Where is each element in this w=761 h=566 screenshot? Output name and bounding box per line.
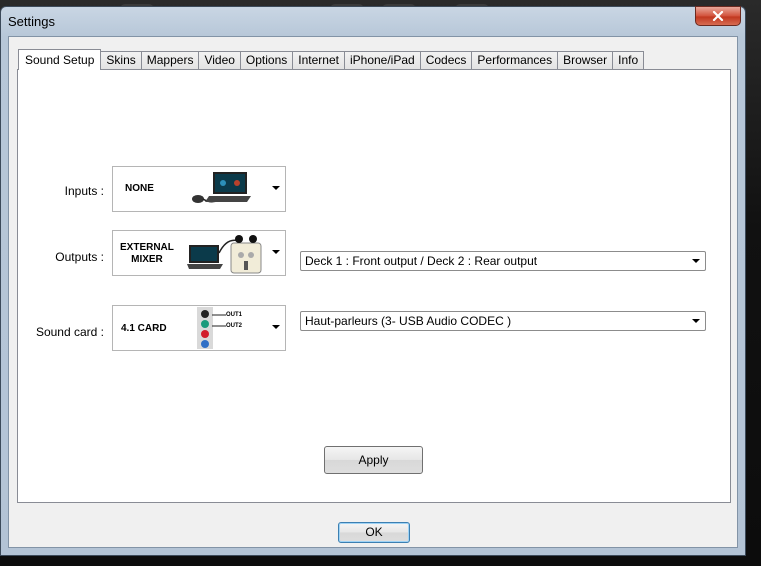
tab-options[interactable]: Options (239, 51, 294, 69)
sound-setup-panel: Inputs : NONE Outputs : EXTERNAL MIXER D… (17, 69, 731, 503)
output-lines-icon (212, 314, 226, 327)
outputs-selector[interactable]: EXTERNAL MIXER (112, 230, 286, 276)
inputs-value: NONE (125, 183, 154, 194)
sound-card-value: 4.1 CARD (121, 323, 167, 334)
out1-label: OUT1 (226, 312, 243, 318)
tab-sound-setup[interactable]: Sound Setup (18, 49, 102, 70)
sound-card-selector[interactable]: 4.1 CARD OUT1 OUT2 (112, 305, 286, 351)
tab-iphone-ipad[interactable]: iPhone/iPad (343, 51, 421, 69)
tab-codecs[interactable]: Codecs (419, 51, 473, 69)
out2-label: OUT2 (226, 323, 243, 329)
tab-info[interactable]: Info (612, 51, 645, 69)
close-button[interactable] (695, 6, 741, 26)
output-routing-value: Deck 1 : Front output / Deck 2 : Rear ou… (305, 254, 538, 268)
tab-mappers[interactable]: Mappers (140, 51, 200, 69)
tab-browser[interactable]: Browser (557, 51, 614, 69)
dialog-client: Sound Setup Skins Mappers Video Options … (8, 36, 738, 548)
tab-skins[interactable]: Skins (100, 51, 142, 69)
output-routing-select[interactable]: Deck 1 : Front output / Deck 2 : Rear ou… (300, 251, 706, 271)
tab-video[interactable]: Video (198, 51, 241, 69)
sound-device-value: Haut-parleurs (3- USB Audio CODEC ) (305, 314, 512, 328)
outputs-value-line1: EXTERNAL (120, 242, 174, 253)
tab-performances[interactable]: Performances (471, 51, 559, 69)
chevron-down-icon (272, 186, 280, 190)
ok-button[interactable]: OK (338, 522, 410, 543)
inputs-label: Inputs : (64, 184, 104, 198)
apply-button[interactable]: Apply (324, 446, 423, 474)
tab-internet[interactable]: Internet (292, 51, 345, 69)
tab-bar: Sound Setup Skins Mappers Video Options … (18, 49, 645, 70)
window-title: Settings (8, 14, 55, 29)
chevron-down-icon (272, 325, 280, 329)
laptop-icon (192, 172, 251, 203)
chevron-down-icon (272, 250, 280, 254)
outputs-value-line2: MIXER (131, 254, 163, 265)
chevron-down-icon (692, 319, 700, 323)
inputs-selector[interactable]: NONE (112, 166, 286, 212)
outputs-value: EXTERNAL MIXER (120, 242, 174, 266)
mixer-icon (187, 235, 262, 274)
sound-device-select[interactable]: Haut-parleurs (3- USB Audio CODEC ) (300, 311, 706, 331)
outputs-label: Outputs : (55, 250, 104, 264)
chevron-down-icon (692, 259, 700, 263)
settings-dialog: Settings Sound Setup Skins Mappers Video… (0, 6, 746, 556)
close-icon (712, 11, 724, 21)
sound-card-label: Sound card : (35, 325, 104, 339)
